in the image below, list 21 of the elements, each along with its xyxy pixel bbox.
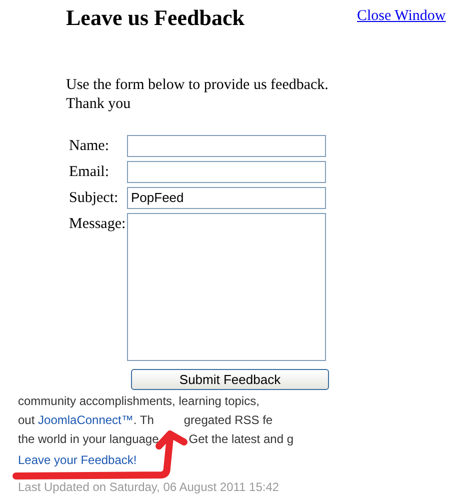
text-link[interactable]: JoomlaConnect™ [38,413,134,427]
last-updated-text: Last Updated on Saturday, 06 August 2011 15:42 [18,480,280,494]
input-field[interactable] [127,134,326,156]
input-field[interactable] [127,160,326,182]
intro-text: Use the form below to provide us feedback. Thank you [66,76,330,114]
submit-button[interactable]: Submit Feedback [131,368,329,390]
input-field[interactable]: PopFeed [127,186,326,208]
close-window-link[interactable]: Close Window [357,5,446,28]
body-text: out [18,413,36,427]
field-label: Message: [68,214,127,234]
body-text: the world in your language [18,432,159,446]
field-label: Name: [68,136,110,156]
page-title: Leave us Feedback [66,5,244,31]
field-label: Email: [68,162,110,182]
field-label: Subject: [68,188,120,208]
message-field[interactable] [127,212,326,360]
body-text: . Th [133,413,154,427]
feedback-link[interactable]: Leave your Feedback! [18,453,137,467]
body-text: Get the latest and g [188,432,294,446]
body-text: gregated RSS fe [184,413,273,427]
body-text: community accomplishments, learning topics, [18,394,260,408]
